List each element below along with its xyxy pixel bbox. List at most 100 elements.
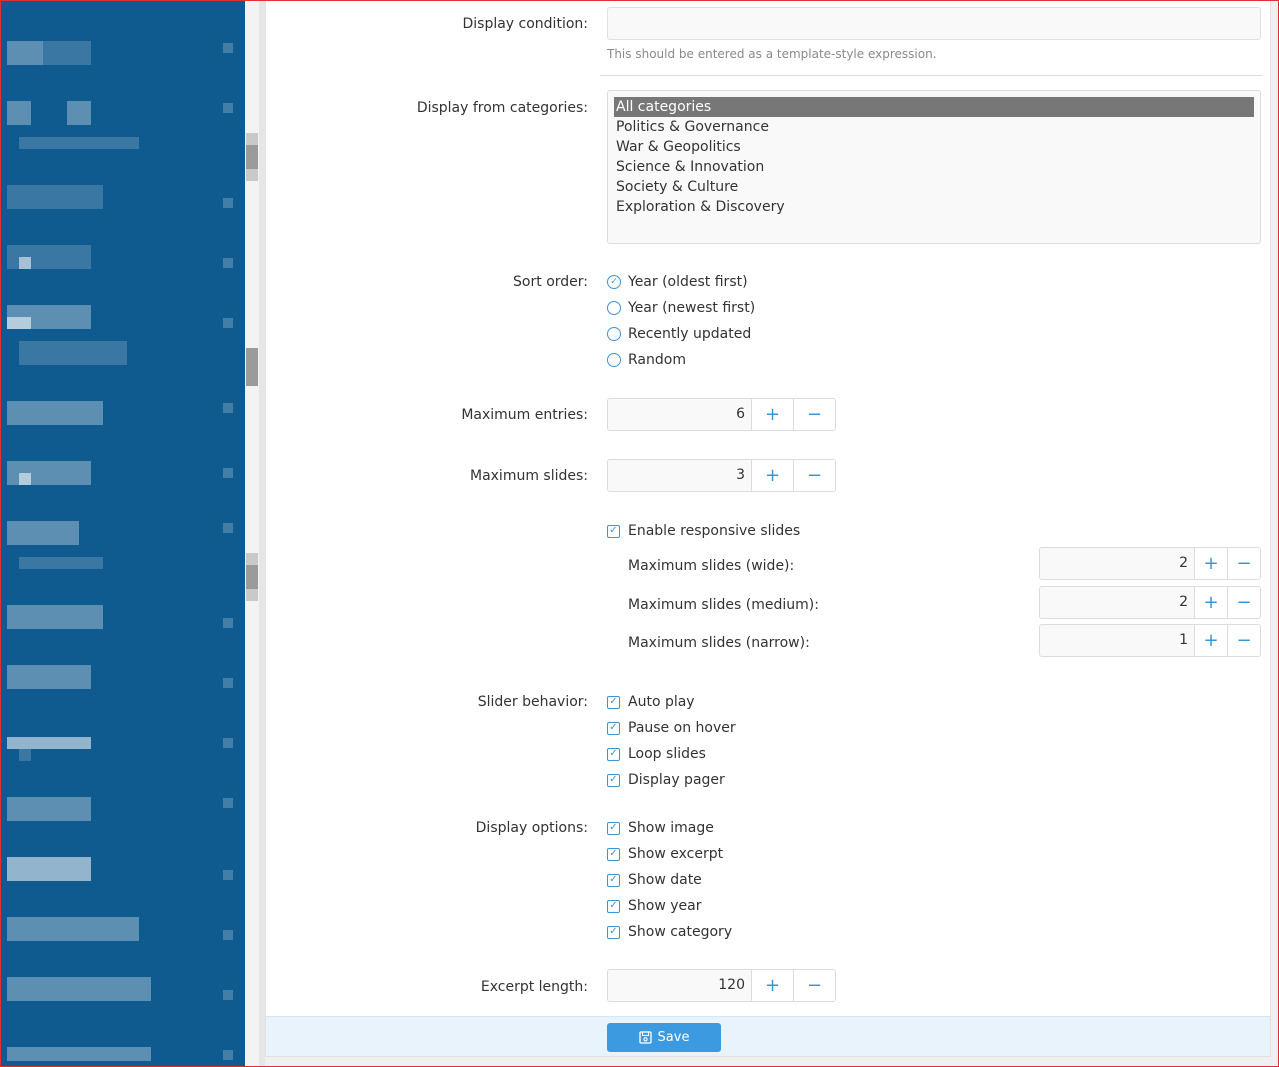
category-option[interactable]: All categories: [614, 97, 1254, 117]
sidebar-item-blur: [19, 473, 31, 485]
sidebar-item-blur[interactable]: [7, 521, 79, 545]
sidebar-item-blur[interactable]: [7, 857, 91, 881]
floppy-disk-icon: [638, 1031, 652, 1044]
checkbox-checked-icon[interactable]: ✓: [607, 695, 620, 709]
sidebar-item-blur[interactable]: [7, 977, 151, 1001]
show-image-checkbox-row[interactable]: ✓ Show image: [607, 818, 714, 838]
checkbox-checked-icon[interactable]: ✓: [607, 773, 620, 787]
sort-option-newest[interactable]: Year (newest first): [607, 298, 755, 318]
radio-checked-icon[interactable]: ✓: [607, 275, 621, 289]
category-option[interactable]: War & Geopolitics: [614, 137, 1254, 157]
display-pager-checkbox-row[interactable]: ✓ Display pager: [607, 770, 725, 790]
show-category-checkbox-row[interactable]: ✓ Show category: [607, 922, 732, 942]
checkbox-checked-icon[interactable]: ✓: [607, 847, 620, 861]
sidebar-item-marker: [223, 43, 233, 53]
sidebar-item-marker: [223, 1050, 233, 1060]
max-entries-value[interactable]: 6: [608, 399, 751, 430]
loop-slides-checkbox-row[interactable]: ✓ Loop slides: [607, 744, 706, 764]
category-option[interactable]: Politics & Governance: [614, 117, 1254, 137]
radio-unchecked-icon[interactable]: [607, 353, 621, 367]
max-slides-stepper: 3 + −: [607, 459, 836, 492]
max-entries-stepper: 6 + −: [607, 398, 836, 431]
save-label: Save: [657, 1030, 690, 1045]
category-option[interactable]: Exploration & Discovery: [614, 197, 1254, 217]
save-button[interactable]: Save: [607, 1023, 721, 1052]
sidebar-item-blur[interactable]: [7, 605, 103, 629]
checkbox-checked-icon[interactable]: ✓: [607, 925, 620, 939]
sort-option-oldest[interactable]: ✓ Year (oldest first): [607, 272, 748, 292]
decrement-button[interactable]: −: [1227, 625, 1260, 656]
checkbox-checked-icon[interactable]: ✓: [607, 747, 620, 761]
checkbox-checked-icon[interactable]: ✓: [607, 821, 620, 835]
sidebar-item-blur[interactable]: [7, 797, 91, 821]
category-option[interactable]: Society & Culture: [614, 177, 1254, 197]
sidebar-item-blur[interactable]: [7, 401, 103, 425]
sidebar-item-blur[interactable]: [7, 185, 103, 209]
checkbox-checked-icon[interactable]: ✓: [607, 524, 620, 538]
show-year-checkbox-row[interactable]: ✓ Show year: [607, 896, 701, 916]
max-slides-medium-value[interactable]: 2: [1040, 587, 1194, 618]
sidebar-item-marker: [223, 738, 233, 748]
radio-unchecked-icon[interactable]: [607, 327, 621, 341]
sidebar-item-marker: [223, 930, 233, 940]
responsive-checkbox-row[interactable]: ✓ Enable responsive slides: [607, 521, 800, 541]
sidebar-item-blur: [19, 341, 127, 365]
checkbox-checked-icon[interactable]: ✓: [607, 899, 620, 913]
autoplay-checkbox-row[interactable]: ✓ Auto play: [607, 692, 695, 712]
checkbox-checked-icon[interactable]: ✓: [607, 721, 620, 735]
increment-button[interactable]: +: [1194, 587, 1227, 618]
checkbox-label: Show category: [628, 924, 733, 940]
decrement-button[interactable]: −: [1227, 587, 1260, 618]
decrement-button[interactable]: −: [793, 399, 835, 430]
checkbox-label: Show date: [628, 872, 702, 888]
checkbox-label: Display pager: [628, 772, 725, 788]
scroll-thumb[interactable]: [246, 553, 258, 601]
sort-option-updated[interactable]: Recently updated: [607, 324, 751, 344]
sidebar-item-marker: [223, 198, 233, 208]
checkbox-checked-icon[interactable]: ✓: [607, 873, 620, 887]
increment-button[interactable]: +: [1194, 625, 1227, 656]
sidebar-item-marker: [223, 618, 233, 628]
decrement-button[interactable]: −: [793, 460, 835, 491]
sidebar-item-blur: [7, 317, 31, 329]
sidebar-item-blur[interactable]: [7, 917, 139, 941]
max-slides-wide-value[interactable]: 2: [1040, 548, 1194, 579]
sidebar-scrollbar[interactable]: [245, 1, 259, 1066]
increment-button[interactable]: +: [1194, 548, 1227, 579]
sidebar-item-marker: [223, 798, 233, 808]
sidebar-item-blur[interactable]: [7, 737, 91, 749]
sidebar-item-blur[interactable]: [7, 41, 43, 65]
category-option[interactable]: Science & Innovation: [614, 157, 1254, 177]
excerpt-length-value[interactable]: 120: [608, 970, 751, 1001]
decrement-button[interactable]: −: [793, 970, 835, 1001]
increment-button[interactable]: +: [751, 970, 793, 1001]
checkbox-label: Show image: [628, 820, 714, 836]
checkbox-label: Loop slides: [628, 746, 706, 762]
max-slides-value[interactable]: 3: [608, 460, 751, 491]
sidebar-item-blur: [19, 257, 31, 269]
radio-unchecked-icon[interactable]: [607, 301, 621, 315]
show-date-checkbox-row[interactable]: ✓ Show date: [607, 870, 702, 890]
increment-button[interactable]: +: [751, 460, 793, 491]
categories-listbox[interactable]: All categories Politics & Governance War…: [607, 90, 1261, 244]
increment-button[interactable]: +: [751, 399, 793, 430]
max-slides-narrow-value[interactable]: 1: [1040, 625, 1194, 656]
sidebar-item-marker: [223, 870, 233, 880]
sidebar-item-marker: [223, 258, 233, 268]
divider: [600, 75, 1262, 76]
max-slides-narrow-stepper: 1 + −: [1039, 624, 1261, 657]
sidebar-item-blur[interactable]: [7, 665, 91, 689]
sidebar-item-blur: [43, 41, 91, 65]
settings-form: Display condition: This should be entere…: [265, 1, 1271, 1057]
show-excerpt-checkbox-row[interactable]: ✓ Show excerpt: [607, 844, 723, 864]
sidebar-item-blur[interactable]: [7, 1047, 151, 1061]
sidebar-item-marker: [223, 468, 233, 478]
display-condition-input[interactable]: [607, 7, 1261, 40]
scroll-thumb[interactable]: [246, 348, 258, 386]
decrement-button[interactable]: −: [1227, 548, 1260, 579]
sidebar-item-blur[interactable]: [7, 101, 31, 125]
pause-on-hover-checkbox-row[interactable]: ✓ Pause on hover: [607, 718, 736, 738]
scroll-thumb[interactable]: [246, 133, 258, 181]
sort-option-random[interactable]: Random: [607, 350, 686, 370]
sidebar-item-blur: [19, 557, 103, 569]
